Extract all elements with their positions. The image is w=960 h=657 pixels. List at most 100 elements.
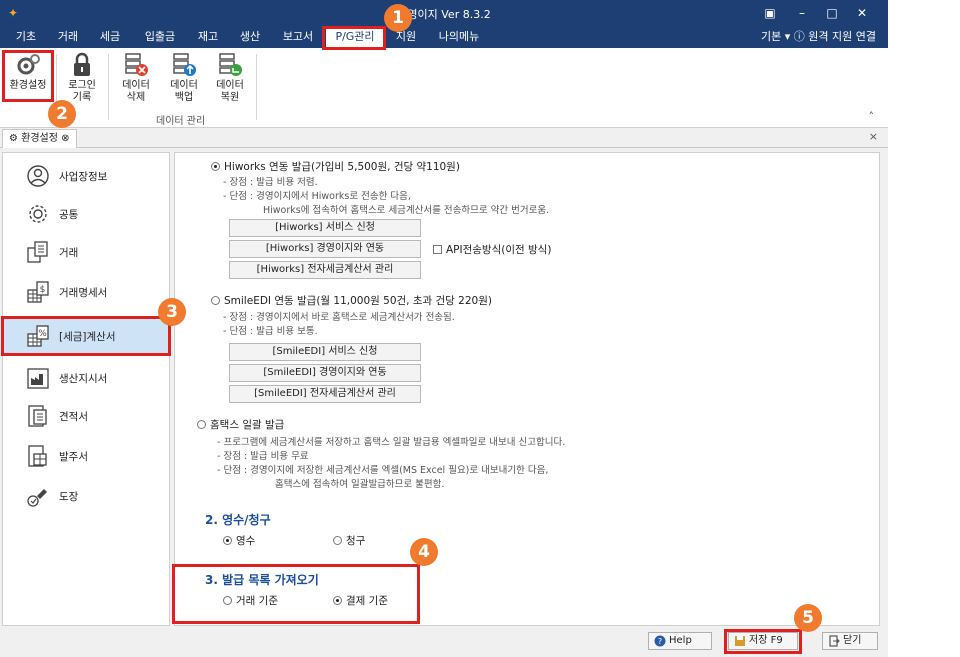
- menu-cash[interactable]: 입출금: [136, 26, 184, 48]
- svg-text:?: ?: [658, 637, 662, 646]
- payment-basis-option[interactable]: 결제 기준: [333, 593, 388, 608]
- settings-cog-icon: [29, 205, 47, 223]
- sidebar-item-stamp[interactable]: 도장: [3, 477, 169, 515]
- menu-bar: 기초 거래 세금 입출금 재고 생산 보고서 P/G관리 지원 나의메뉴 기본 …: [0, 26, 888, 48]
- menu-trade[interactable]: 거래: [50, 26, 86, 48]
- factory-icon: [27, 368, 49, 389]
- ribbon-divider: [108, 54, 109, 120]
- radio-icon: [223, 596, 232, 605]
- settings-button[interactable]: 환경설정: [4, 52, 52, 112]
- sidebar-item-business-info[interactable]: 사업장정보: [3, 157, 169, 195]
- menu-pg-management[interactable]: P/G관리: [326, 26, 384, 48]
- exit-door-icon: [829, 635, 840, 647]
- hiworks-service-apply-button[interactable]: [Hiworks] 서비스 신청: [229, 219, 421, 237]
- close-tab-icon[interactable]: ⊗: [61, 133, 69, 144]
- data-delete-button[interactable]: 데이터 삭제: [112, 52, 160, 112]
- tax-invoice-settings-panel: Hiworks 연동 발급(가입비 5,500원, 건당 약110원) - 장점…: [174, 152, 880, 626]
- gear-icon: [17, 54, 40, 75]
- save-icon: [735, 636, 745, 646]
- database-backup-icon: [173, 53, 196, 76]
- close-all-icon[interactable]: ×: [869, 130, 878, 143]
- step-badge-4: 4: [410, 538, 438, 566]
- smileedi-pro-note: - 장점 : 경영이지에서 바로 홈택스로 세금계산서가 전송됨.: [223, 312, 455, 323]
- documents-icon: [27, 241, 48, 263]
- sidebar-item-purchase-order[interactable]: 발주서: [3, 437, 169, 475]
- maximize-button[interactable]: □: [822, 4, 842, 22]
- data-restore-button[interactable]: 데이터 복원: [206, 52, 254, 112]
- hiworks-option[interactable]: Hiworks 연동 발급(가입비 5,500원, 건당 약110원): [211, 159, 460, 174]
- close-button[interactable]: 닫기: [822, 632, 878, 650]
- stamp-icon: [27, 489, 47, 507]
- data-backup-button[interactable]: 데이터 백업: [160, 52, 208, 112]
- hometax-con-note: - 단점 : 경영이지에 저장한 세금계산서를 엑셀(MS Excel 필요)로…: [217, 465, 549, 476]
- radio-icon: [197, 420, 206, 429]
- menu-tax[interactable]: 세금: [92, 26, 128, 48]
- api-transfer-checkbox[interactable]: API전송방식(이전 방식): [433, 242, 551, 257]
- menu-inventory[interactable]: 재고: [190, 26, 226, 48]
- hometax-desc-note: - 프로그램에 세금계산서를 저장하고 홈택스 일괄 발급용 엑셀파일로 내보내…: [217, 437, 566, 448]
- section-issue-list-title: 3. 발급 목록 가져오기: [205, 573, 319, 587]
- svg-text:$: $: [40, 285, 46, 295]
- tab-settings[interactable]: ⚙ 환경설정 ⊗: [2, 129, 77, 148]
- ribbon: 환경설정 로그인 기록 데이터 삭제 데이터 백업 데이터 복원 데이터 관리 …: [0, 48, 888, 128]
- hometax-pro-note: - 장점 : 발급 비용 무료: [217, 451, 309, 462]
- percent-sheet-icon: %: [27, 325, 49, 347]
- title-bar: ✦ 경영이지 Ver 8.3.2 ▣ – □ ✕: [0, 0, 888, 26]
- ribbon-collapse-icon[interactable]: ˄: [869, 110, 875, 123]
- document-tab-bar: ⚙ 환경설정 ⊗ ×: [0, 128, 888, 148]
- sidebar-item-common[interactable]: 공통: [3, 195, 169, 233]
- gear-icon: ⚙: [9, 133, 18, 144]
- radio-icon: [333, 536, 342, 545]
- step-badge-5: 5: [794, 604, 822, 632]
- ribbon-divider: [256, 54, 257, 120]
- help-icon: ?: [654, 635, 666, 647]
- radio-icon: [333, 596, 342, 605]
- settings-sidebar: 사업장정보 공통 거래 $ 거래명세서 % [세금]계산서 생산지시서 견적서 …: [2, 152, 170, 626]
- hiworks-con-note: - 단점 : 경영이지에서 Hiworks로 전송한 다음,: [223, 191, 411, 202]
- window-title: 경영이지 Ver 8.3.2: [397, 8, 491, 21]
- menu-basic[interactable]: 기초: [8, 26, 44, 48]
- lock-icon: [74, 52, 90, 76]
- step-badge-1: 1: [384, 4, 412, 32]
- smileedi-con-note: - 단점 : 발급 비용 보통.: [223, 326, 318, 337]
- step-badge-2: 2: [48, 100, 76, 128]
- smileedi-option[interactable]: SmileEDI 연동 발급(월 11,000원 50건, 초과 건당 220원…: [211, 293, 492, 308]
- hiworks-invoice-manage-button[interactable]: [Hiworks] 전자세금계산서 관리: [229, 261, 421, 279]
- smileedi-link-button[interactable]: [SmileEDI] 경영이지와 연동: [229, 364, 421, 382]
- sidebar-item-quotation[interactable]: 견적서: [3, 397, 169, 435]
- app-window: ✦ 경영이지 Ver 8.3.2 ▣ – □ ✕ 기초 거래 세금 입출금 재고…: [0, 0, 888, 657]
- claim-option[interactable]: 청구: [333, 533, 365, 548]
- sidebar-item-trade-statement[interactable]: $ 거래명세서: [3, 273, 169, 311]
- checkbox-icon: [433, 245, 442, 254]
- svg-text:%: %: [38, 329, 47, 339]
- hiworks-con-note-2: Hiworks에 접속하여 홈택스로 세금계산서를 전송하므로 약간 번거로움.: [263, 205, 550, 216]
- step-badge-3: 3: [158, 298, 186, 326]
- sidebar-item-trade[interactable]: 거래: [3, 233, 169, 271]
- restore-layout-icon[interactable]: ▣: [760, 4, 780, 22]
- radio-icon: [211, 162, 220, 171]
- sidebar-item-tax-invoice[interactable]: % [세금]계산서: [3, 317, 169, 355]
- smileedi-service-apply-button[interactable]: [SmileEDI] 서비스 신청: [229, 343, 421, 361]
- order-sheet-icon: [28, 445, 47, 467]
- menu-production[interactable]: 생산: [232, 26, 268, 48]
- ribbon-group-label: 데이터 관리: [156, 116, 206, 127]
- menu-reports[interactable]: 보고서: [274, 26, 322, 48]
- user-icon: [27, 165, 49, 187]
- hiworks-link-button[interactable]: [Hiworks] 경영이지와 연동: [229, 240, 421, 258]
- hometax-option[interactable]: 홈택스 일괄 발급: [197, 417, 284, 432]
- minimize-button[interactable]: –: [792, 4, 812, 22]
- database-delete-icon: [125, 53, 148, 76]
- save-button[interactable]: 저장 F9: [728, 632, 798, 650]
- smileedi-invoice-manage-button[interactable]: [SmileEDI] 전자세금계산서 관리: [229, 385, 421, 403]
- hiworks-pro-note: - 장점 : 발급 비용 저렴.: [223, 177, 318, 188]
- sidebar-item-production-order[interactable]: 생산지시서: [3, 359, 169, 397]
- trade-basis-option[interactable]: 거래 기준: [223, 593, 278, 608]
- remote-support-link[interactable]: 기본 ▾ ⓘ 원격 지원 연결: [761, 26, 876, 48]
- database-restore-icon: [219, 53, 242, 76]
- radio-icon: [223, 536, 232, 545]
- dollar-sheet-icon: $: [27, 281, 49, 303]
- menu-my-menu[interactable]: 나의메뉴: [432, 26, 486, 48]
- help-button[interactable]: ? Help: [648, 632, 712, 650]
- close-window-button[interactable]: ✕: [852, 4, 872, 22]
- receipt-option[interactable]: 영수: [223, 533, 255, 548]
